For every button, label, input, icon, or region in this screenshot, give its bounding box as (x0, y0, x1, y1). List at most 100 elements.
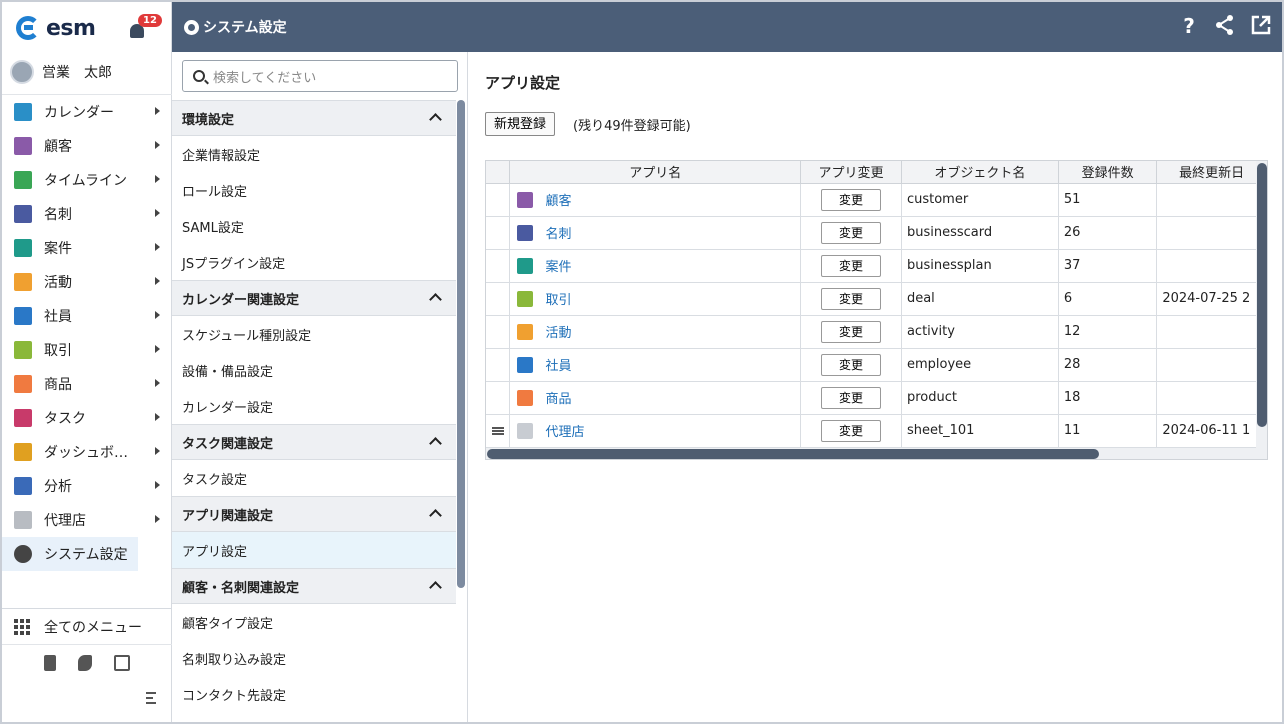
nav-item[interactable]: 名刺 (2, 197, 172, 231)
nav-item-system-settings[interactable]: システム設定 (2, 537, 138, 571)
share-icon[interactable] (1214, 14, 1236, 38)
chevron-right-icon (155, 413, 160, 421)
nav-item[interactable]: ダッシュボ… (2, 435, 172, 469)
settings-menu-item[interactable]: 顧客タイプ設定 (172, 604, 456, 640)
change-button[interactable]: 変更 (821, 419, 881, 442)
settings-menu-item[interactable]: カレンダー設定 (172, 388, 456, 424)
nav-item[interactable]: タイムライン (2, 163, 172, 197)
settings-menu-item[interactable]: スケジュール種別設定 (172, 316, 456, 352)
folder-icon (517, 257, 534, 274)
open-external-icon[interactable] (1250, 14, 1272, 38)
settings-scrollbar[interactable] (456, 100, 466, 640)
all-menu-button[interactable]: 全てのメニュー (2, 609, 172, 645)
column-header[interactable]: アプリ名 (509, 161, 802, 184)
settings-section-header[interactable]: カレンダー関連設定 (172, 280, 456, 316)
business-card-icon (14, 205, 32, 223)
column-header[interactable]: オブジェクト名 (901, 161, 1059, 184)
change-button[interactable]: 変更 (821, 188, 881, 211)
settings-section-header[interactable]: タスク関連設定 (172, 424, 456, 460)
settings-menu-item[interactable]: 企業情報設定 (172, 136, 456, 172)
help-icon[interactable]: ? (1178, 14, 1200, 38)
app-name-link[interactable]: 商品 (545, 388, 571, 407)
nav-item[interactable]: 取引 (2, 333, 172, 367)
nav-list: カレンダー 顧客タイムライン名刺 案件 活動 社員 取引 商品 タスク ダッシュボ… 分析 代理店シ… (2, 94, 172, 571)
grid-icon (14, 618, 30, 635)
chevron-right-icon (155, 447, 160, 455)
settings-menu: 検索してください 環境設定企業情報設定 ロール設定 SAML設定 JSプラグイン設定カ… (172, 52, 468, 722)
settings-menu-item[interactable]: タスク設定 (172, 460, 456, 496)
drag-handle-cell[interactable] (486, 414, 511, 448)
change-button[interactable]: 変更 (821, 320, 881, 343)
nav-item-label: システム設定 (44, 547, 128, 563)
nav-item[interactable]: 代理店 (2, 503, 172, 537)
nav-item[interactable]: タスク (2, 401, 172, 435)
product-icon (14, 375, 32, 393)
app-name-link[interactable]: 活動 (545, 322, 571, 341)
chevron-right-icon (155, 311, 160, 319)
nav-item[interactable]: 分析 (2, 469, 172, 503)
section-title: 環境設定 (182, 112, 235, 128)
app-name-link[interactable]: 社員 (545, 355, 571, 374)
chevron-right-icon (155, 277, 160, 285)
settings-menu-item[interactable]: アプリ設定 (172, 532, 456, 568)
column-header[interactable]: 登録件数 (1058, 161, 1158, 184)
change-button[interactable]: 変更 (821, 254, 881, 277)
change-cell: 変更 (800, 315, 902, 349)
app-name-link[interactable]: 案件 (545, 256, 571, 275)
app-name-cell: 案件 (509, 249, 802, 283)
esm-logo[interactable]: esm (16, 14, 96, 42)
change-button[interactable]: 変更 (821, 353, 881, 376)
notification-bell-icon[interactable]: 12 (128, 14, 162, 42)
settings-menu-item[interactable]: SAML設定 (172, 208, 456, 244)
settings-section-header[interactable]: 環境設定 (172, 100, 456, 136)
nav-item[interactable]: 社員 (2, 299, 172, 333)
settings-menu-item[interactable]: JSプラグイン設定 (172, 244, 456, 280)
table-row: 案件 変更 businessplan 37 (486, 249, 1267, 283)
change-button[interactable]: 変更 (821, 386, 881, 409)
object-name-cell: employee (901, 348, 1059, 382)
app-name-link[interactable]: 顧客 (545, 190, 571, 209)
updated-cell (1156, 216, 1267, 250)
settings-menu-item[interactable]: 設備・備品設定 (172, 352, 456, 388)
table-vertical-scrollbar[interactable] (1256, 161, 1267, 448)
nav-item[interactable]: 活動 (2, 265, 172, 299)
chevron-right-icon (155, 175, 160, 183)
updated-cell (1156, 249, 1267, 283)
change-cell: 変更 (800, 249, 902, 283)
settings-section-header[interactable]: アプリ関連設定 (172, 496, 456, 532)
drag-handle-icon[interactable] (491, 426, 504, 435)
wrench-icon[interactable] (78, 655, 92, 671)
film-icon[interactable] (114, 655, 130, 671)
building-icon (14, 137, 32, 155)
settings-menu-item[interactable]: ロール設定 (172, 172, 456, 208)
settings-menu-item[interactable]: コンタクト先設定 (172, 676, 456, 712)
column-header[interactable]: 最終更新日 (1156, 161, 1267, 184)
new-register-button[interactable]: 新規登録 (485, 112, 556, 136)
app-name-link[interactable]: 名刺 (545, 223, 571, 242)
deal-icon (517, 290, 534, 307)
change-cell: 変更 (800, 216, 902, 250)
settings-menu-item[interactable]: 名刺取り込み設定 (172, 640, 456, 676)
app-name-link[interactable]: 代理店 (545, 421, 584, 440)
updated-cell: 2024-06-11 1 (1156, 414, 1267, 448)
nav-item-label: タイムライン (44, 173, 128, 189)
chevron-right-icon (155, 243, 160, 251)
nav-item[interactable]: 顧客 (2, 129, 172, 163)
collapse-menu-icon[interactable] (146, 691, 162, 705)
settings-section-header[interactable]: 顧客・名刺関連設定 (172, 568, 456, 604)
app-name-link[interactable]: 取引 (545, 289, 571, 308)
column-header[interactable]: アプリ変更 (800, 161, 902, 184)
nav-item[interactable]: 案件 (2, 231, 172, 265)
user-profile[interactable]: 営業 太郎 (10, 58, 112, 86)
nav-item[interactable]: カレンダー (2, 95, 172, 129)
bookmark-icon[interactable] (44, 655, 56, 671)
settings-search-input[interactable]: 検索してください (182, 60, 458, 92)
table-row: 商品 変更 product 18 (486, 381, 1267, 415)
change-button[interactable]: 変更 (821, 221, 881, 244)
table-horizontal-scrollbar[interactable] (486, 448, 1267, 459)
drag-handle-cell (486, 282, 511, 316)
drag-handle-cell (486, 216, 511, 250)
change-button[interactable]: 変更 (821, 287, 881, 310)
nav-item[interactable]: 商品 (2, 367, 172, 401)
nav-bottom: 全てのメニュー (2, 608, 172, 704)
